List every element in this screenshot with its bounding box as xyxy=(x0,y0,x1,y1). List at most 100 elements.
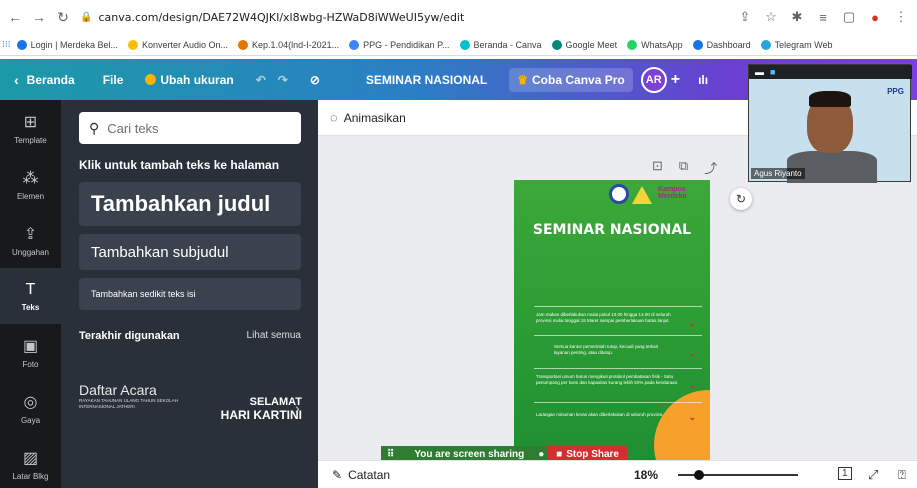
extension-icon[interactable]: ✱ xyxy=(787,7,807,27)
elements-icon: ⁂ xyxy=(22,169,39,187)
bookmark-icon xyxy=(349,39,360,50)
add-body-text-button[interactable]: Tambahkan sedikit teks isi xyxy=(79,278,301,310)
back-arrow-icon[interactable]: ← xyxy=(6,8,24,26)
bookmark-item[interactable]: Konverter Audio On... xyxy=(127,39,228,50)
add-page-button[interactable]: ↻ xyxy=(730,188,752,210)
search-icon: ⚲ xyxy=(89,119,100,136)
bookmark-icon xyxy=(760,39,771,50)
add-heading-button[interactable]: Tambahkan judul xyxy=(79,182,301,226)
poster-item[interactable]: Jam makan diberlakukan mulai pukul 10.00… xyxy=(536,312,686,324)
chevron-right-icon[interactable]: › xyxy=(295,400,300,416)
reload-icon[interactable]: ↻ xyxy=(54,8,72,26)
try-pro-button[interactable]: ♛ Coba Canva Pro xyxy=(509,67,633,92)
bookmark-item[interactable]: Telegram Web xyxy=(760,39,833,50)
rail-item-template[interactable]: ⊞ Template xyxy=(0,100,61,156)
drag-handle-icon[interactable]: ⠿ xyxy=(387,449,394,460)
page-actions: ⊡ ⧉ ⤴ xyxy=(652,158,717,177)
window-icon[interactable]: ■ xyxy=(770,67,775,77)
poster-item[interactable]: Transportasi umum harus mengikuti protok… xyxy=(536,374,686,386)
palette-icon: ◎ xyxy=(23,393,38,411)
rail-item-background[interactable]: ▨ Latar Blkg xyxy=(0,436,61,488)
star-icon[interactable]: ☆ xyxy=(761,7,781,27)
apps-icon[interactable]: ⁝⁝⁝ xyxy=(2,39,11,50)
forward-arrow-icon[interactable]: → xyxy=(30,8,48,26)
rail-item-text[interactable]: T Teks xyxy=(0,268,61,324)
share-status-icon: ● xyxy=(538,448,545,460)
rail-item-elements[interactable]: ⁂ Elemen xyxy=(0,156,61,212)
zoom-slider-knob[interactable] xyxy=(694,470,704,480)
insights-icon[interactable]: ılı xyxy=(698,73,708,87)
bookmark-item[interactable]: Kep.1.04(lnd-I-2021... xyxy=(238,39,339,50)
university-logo xyxy=(609,184,629,204)
chevron-down-icon: ⌄ xyxy=(688,380,696,390)
minimize-icon[interactable]: ▬ xyxy=(755,67,764,77)
crown-icon: ♛ xyxy=(517,72,529,87)
page-count-button[interactable]: 1 xyxy=(838,467,852,480)
rail-item-styles[interactable]: ◎ Gaya xyxy=(0,380,61,436)
text-panel: ⚲ Cari teks Klik untuk tambah teks ke ha… xyxy=(61,100,318,488)
chevron-left-icon[interactable]: ‹ xyxy=(14,72,19,88)
participant-hair xyxy=(809,91,851,107)
cloud-saved-icon[interactable]: ⊘ xyxy=(310,73,320,87)
undo-icon[interactable]: ↶ xyxy=(256,73,266,87)
bookmark-item[interactable]: Beranda - Canva xyxy=(459,39,542,50)
menu-dots-icon[interactable]: ⋮ xyxy=(891,7,911,27)
help-icon[interactable]: ⍰ xyxy=(898,467,906,483)
share-icon[interactable]: ⇪ xyxy=(735,7,755,27)
template-subtitle: RAYAKAN TAHUNAN ULANG TAHUN SEKOLAH INTE… xyxy=(79,398,179,409)
reading-list-icon[interactable]: ≡ xyxy=(813,7,833,27)
video-call-window[interactable]: ▬ ■ PPG Agus Riyanto xyxy=(748,64,912,183)
fullscreen-icon[interactable]: ⤢ xyxy=(868,467,878,483)
design-title[interactable]: SEMINAR NASIONAL xyxy=(366,73,487,87)
url-bar[interactable]: 🔒 canva.com/design/DAE72W4QJKI/xl8wbg-HZ… xyxy=(80,11,735,24)
lock-icon[interactable]: ⊡ xyxy=(652,158,663,177)
upload-icon: ⇪ xyxy=(23,225,38,243)
rail-item-uploads[interactable]: ⇪ Unggahan xyxy=(0,212,61,268)
search-input[interactable]: ⚲ Cari teks xyxy=(79,112,301,144)
chevron-down-icon: ⌄ xyxy=(688,318,696,328)
zoom-level[interactable]: 18% xyxy=(634,468,658,482)
bookmark-item[interactable]: Dashboard xyxy=(692,39,751,50)
divider xyxy=(534,306,702,307)
bookmark-icon xyxy=(459,39,470,50)
design-page[interactable]: Kampus Merdeka SEMINAR NASIONAL Jam maka… xyxy=(514,180,710,460)
add-collaborator-button[interactable]: + xyxy=(671,71,680,89)
redo-icon[interactable]: ↷ xyxy=(278,73,288,87)
poster-item[interactable]: Semua kantor pemerintah tutup, kecuali y… xyxy=(554,344,674,356)
add-subheading-button[interactable]: Tambahkan subjudul xyxy=(79,234,301,270)
bookmark-item[interactable]: Google Meet xyxy=(551,39,617,50)
share-message: You are screen sharing xyxy=(414,448,525,460)
poster-title[interactable]: SEMINAR NASIONAL xyxy=(514,222,710,238)
profile-icon[interactable]: ● xyxy=(865,7,885,27)
tab-search-icon[interactable]: ▢ xyxy=(839,7,859,27)
browser-chrome: ← → ↻ 🔒 canva.com/design/DAE72W4QJKI/xl8… xyxy=(0,0,917,58)
zoom-slider[interactable] xyxy=(678,470,798,480)
divider xyxy=(534,335,702,336)
see-all-link[interactable]: Lihat semua xyxy=(247,330,301,342)
tutwuri-logo xyxy=(632,186,652,204)
add-page-icon[interactable]: ⤴ xyxy=(704,158,717,177)
rail-item-photos[interactable]: ▣ Foto xyxy=(0,324,61,380)
bookmarks-bar: ⁝⁝⁝ Login | Merdeka Bel... Konverter Aud… xyxy=(0,34,917,56)
template-title: Daftar Acara xyxy=(79,382,157,398)
bookmark-item[interactable]: Login | Merdeka Bel... xyxy=(16,39,118,50)
lock-icon: 🔒 xyxy=(80,11,93,23)
background-icon: ▨ xyxy=(22,449,39,467)
bookmark-item[interactable]: WhatsApp xyxy=(627,39,683,50)
notes-button[interactable]: ✎ Catatan xyxy=(332,468,390,482)
bookmark-icon xyxy=(551,39,562,50)
decorative-circle xyxy=(654,390,710,460)
bookmark-icon xyxy=(16,39,27,50)
template-card[interactable]: Daftar Acara RAYAKAN TAHUNAN ULANG TAHUN… xyxy=(79,382,187,446)
template-card[interactable]: SELAMAT HARI KARTINI xyxy=(195,382,302,446)
bookmark-item[interactable]: PPG - Pendidikan P... xyxy=(349,39,450,50)
duplicate-icon[interactable]: ⧉ xyxy=(679,158,688,177)
avatar[interactable]: AR xyxy=(640,66,667,93)
file-menu[interactable]: File xyxy=(103,73,124,87)
left-rail: ⊞ Template ⁂ Elemen ⇪ Unggahan T Teks ▣ Foto … xyxy=(0,100,61,488)
resize-button[interactable]: Ubah ukuran xyxy=(145,73,234,87)
home-link[interactable]: Beranda xyxy=(27,73,75,87)
animate-button[interactable]: Animasikan xyxy=(344,111,406,125)
poster-item[interactable]: Larangan minuman keras akan diberlakukan… xyxy=(536,412,686,418)
crown-icon xyxy=(145,74,157,85)
